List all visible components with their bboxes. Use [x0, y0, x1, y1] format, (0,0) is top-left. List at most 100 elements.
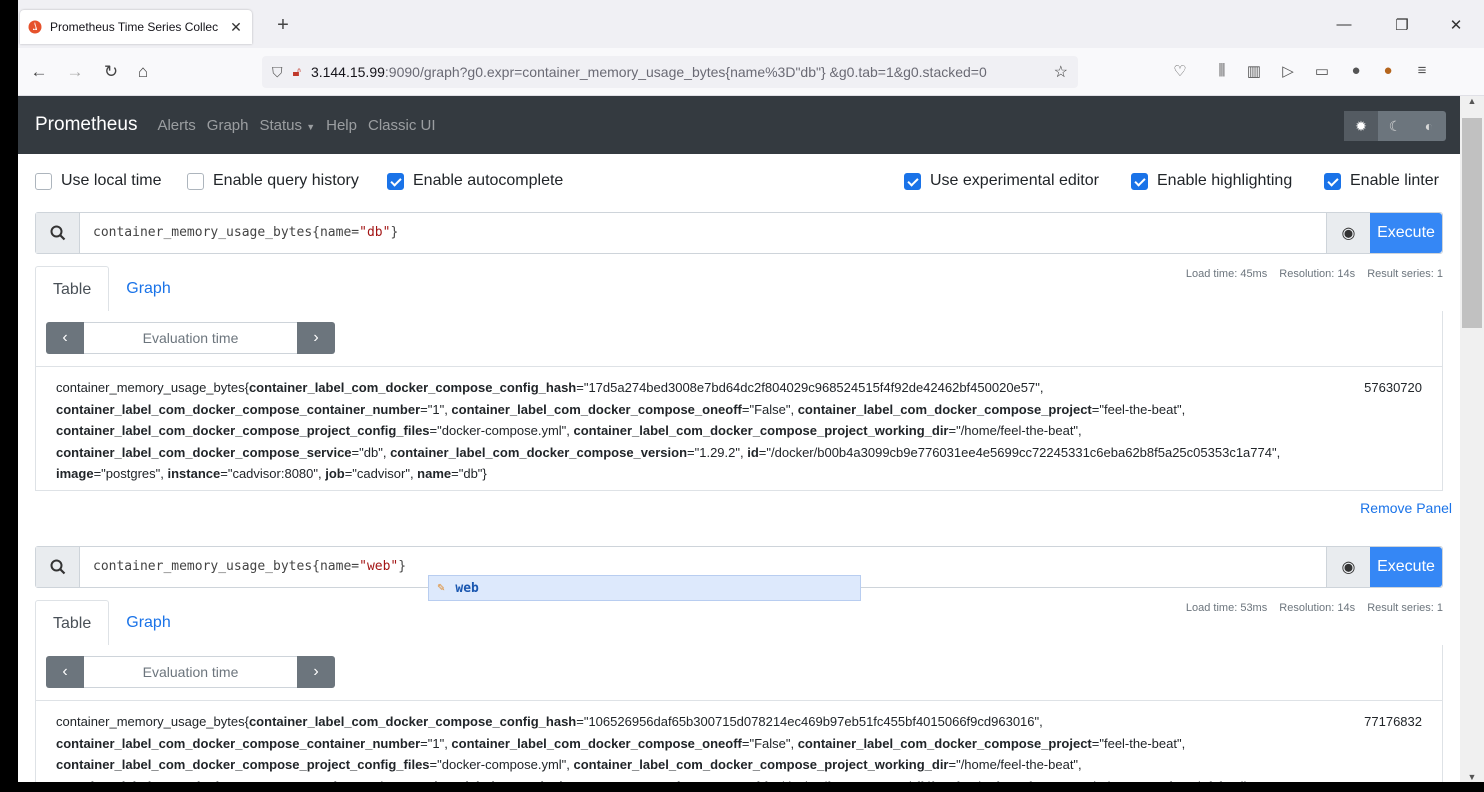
- metrics-explorer-globe-icon[interactable]: ◉: [1326, 547, 1370, 587]
- prev-time-button[interactable]: ‹: [46, 322, 84, 354]
- prev-time-button[interactable]: ‹: [46, 656, 84, 688]
- home-icon[interactable]: ⌂: [132, 62, 154, 82]
- nav-graph[interactable]: Graph: [207, 117, 249, 134]
- table-row: container_memory_usage_bytes{ container_l…: [36, 700, 1442, 782]
- label-value: ="/docker/b00b4a3099cb9e776031ee4e5699cc…: [758, 444, 1281, 460]
- insecure-connection-icon[interactable]: 🔓︎: [293, 64, 301, 80]
- label-key: container_label_com_docker_compose_servi…: [56, 444, 352, 460]
- reader-icon[interactable]: ▭: [1312, 62, 1332, 80]
- enable-linter-checkbox[interactable]: Enable linter: [1324, 172, 1439, 190]
- result-series: Result series: 1: [1367, 268, 1443, 280]
- execute-button[interactable]: Execute: [1370, 213, 1442, 253]
- close-window-icon[interactable]: ✕: [1446, 16, 1466, 34]
- tracking-shield-icon[interactable]: ⛉: [272, 64, 283, 81]
- expression-editor[interactable]: container_memory_usage_bytes{name="db"}: [80, 213, 1326, 253]
- label-key: container_label_com_docker_compose_versi…: [390, 444, 688, 460]
- browser-tab[interactable]: Prometheus Time Series Collec ✕: [20, 10, 252, 44]
- label-key: container_label_com_docker_compose_confi…: [248, 380, 577, 395]
- evaluation-time-input[interactable]: Evaluation time: [84, 656, 297, 688]
- label-key: container_label_com_docker_compose_oneof…: [451, 735, 742, 751]
- evaluation-time-input[interactable]: Evaluation time: [84, 322, 297, 354]
- label-value: ="/home/feel-the-beat",: [948, 757, 1082, 772]
- reload-icon[interactable]: ↻: [100, 62, 122, 82]
- tab-graph[interactable]: Graph: [109, 266, 187, 312]
- label-value: ="cadvisor",: [344, 466, 418, 481]
- checkbox-box[interactable]: [387, 172, 404, 190]
- theme-switch: ✹ ☾ ◐: [1344, 111, 1446, 141]
- dark-theme-icon[interactable]: ☾: [1378, 111, 1412, 141]
- execute-button[interactable]: Execute: [1370, 547, 1442, 587]
- menu-icon[interactable]: ≡: [1412, 62, 1432, 79]
- checkbox-label: Enable query history: [213, 172, 359, 189]
- label-key: container_label_com_docker_compose_conta…: [56, 735, 421, 751]
- enable-autocomplete-checkbox[interactable]: Enable autocomplete: [387, 172, 563, 190]
- label-value: ="docker-compose.yml",: [429, 423, 574, 438]
- minimize-icon[interactable]: —: [1334, 16, 1354, 33]
- nav-alerts[interactable]: Alerts: [157, 117, 195, 134]
- checkbox-box[interactable]: [1131, 172, 1148, 190]
- checkbox-box[interactable]: [1324, 172, 1341, 190]
- expr-value: "web": [359, 559, 399, 574]
- extension-icon[interactable]: ▷: [1278, 62, 1298, 80]
- label-value: ="1",: [420, 735, 452, 751]
- remove-panel-link[interactable]: Remove Panel: [1360, 500, 1452, 516]
- series-labels: container_memory_usage_bytes{container_l…: [56, 377, 1346, 485]
- tab-graph[interactable]: Graph: [109, 600, 187, 646]
- next-time-button[interactable]: ›: [297, 656, 335, 688]
- cookie-extension-icon[interactable]: ●: [1346, 62, 1366, 79]
- browser-toolbar: ← → ↻ ⌂ ⛉ 🔓︎ 3.144.15.99 :9090/graph?g0.…: [18, 48, 1484, 96]
- back-arrow-icon[interactable]: ←: [28, 62, 50, 82]
- search-icon: [36, 213, 80, 253]
- search-icon: [36, 547, 80, 587]
- window-bottom-edge: [0, 782, 1484, 792]
- label-value: ="db"}: [451, 466, 487, 481]
- checkbox-box[interactable]: [35, 172, 52, 190]
- forward-arrow-icon[interactable]: →: [64, 62, 86, 82]
- autocomplete-suggestion[interactable]: web: [455, 581, 478, 596]
- brand-logo[interactable]: Prometheus: [35, 114, 137, 136]
- tab-table[interactable]: Table: [35, 266, 110, 312]
- sidebar-icon[interactable]: ▥: [1244, 62, 1264, 80]
- label-value: ="1",: [420, 401, 452, 417]
- series-value: 57630720: [1364, 380, 1422, 395]
- scroll-up-icon[interactable]: ▲: [1460, 96, 1484, 106]
- checkbox-box[interactable]: [904, 172, 921, 190]
- expr-label: name=: [319, 225, 360, 240]
- series-metric-name: container_memory_usage_bytes{: [56, 714, 249, 729]
- use-experimental-editor-checkbox[interactable]: Use experimental editor: [904, 172, 1099, 190]
- resolution: Resolution: 14s: [1279, 602, 1356, 614]
- url-path: :9090/graph?g0.expr=container_memory_usa…: [384, 64, 987, 80]
- auto-theme-icon[interactable]: ◐: [1412, 111, 1446, 141]
- query-stats: Load time: 53ms Resolution: 14s Result s…: [1177, 602, 1443, 614]
- cookie-editor-icon[interactable]: ●: [1378, 62, 1398, 79]
- nav-help[interactable]: Help: [326, 117, 357, 134]
- light-theme-icon[interactable]: ✹: [1344, 111, 1378, 141]
- scrollbar-thumb[interactable]: [1462, 118, 1482, 328]
- restore-icon[interactable]: ❐: [1392, 16, 1412, 34]
- nav-status[interactable]: Status ▼: [260, 117, 316, 134]
- use-local-time-checkbox[interactable]: Use local time: [35, 172, 161, 190]
- checkbox-label: Enable linter: [1350, 172, 1439, 189]
- bookmark-star-icon[interactable]: ☆: [1054, 62, 1068, 82]
- tab-table[interactable]: Table: [35, 600, 110, 646]
- expr-label: name=: [319, 559, 360, 574]
- enable-highlighting-checkbox[interactable]: Enable highlighting: [1131, 172, 1292, 190]
- scroll-down-icon[interactable]: ▼: [1460, 772, 1484, 782]
- new-tab-button[interactable]: +: [271, 14, 295, 37]
- page-scrollbar[interactable]: ▲ ▼: [1460, 96, 1484, 782]
- autocomplete-dropdown[interactable]: ✎ web: [428, 575, 861, 601]
- checkbox-box[interactable]: [187, 172, 204, 190]
- pocket-icon[interactable]: ♡: [1170, 62, 1190, 80]
- metrics-explorer-globe-icon[interactable]: ◉: [1326, 213, 1370, 253]
- next-time-button[interactable]: ›: [297, 322, 335, 354]
- url-bar[interactable]: ⛉ 🔓︎ 3.144.15.99 :9090/graph?g0.expr=con…: [262, 56, 1078, 88]
- library-icon[interactable]: ⫼: [1212, 62, 1232, 79]
- label-key: container_label_com_docker_compose_proje…: [797, 401, 1092, 417]
- label-value: ="db",: [351, 444, 391, 460]
- nav-classic-ui[interactable]: Classic UI: [368, 117, 436, 134]
- browser-window: Prometheus Time Series Collec ✕ + — ❐ ✕ …: [0, 0, 1484, 792]
- label-key: container_label_com_docker_compose_conta…: [56, 401, 421, 417]
- enable-query-history-checkbox[interactable]: Enable query history: [187, 172, 359, 190]
- panel-tabs: Table Graph: [35, 600, 188, 646]
- close-tab-icon[interactable]: ✕: [228, 19, 244, 36]
